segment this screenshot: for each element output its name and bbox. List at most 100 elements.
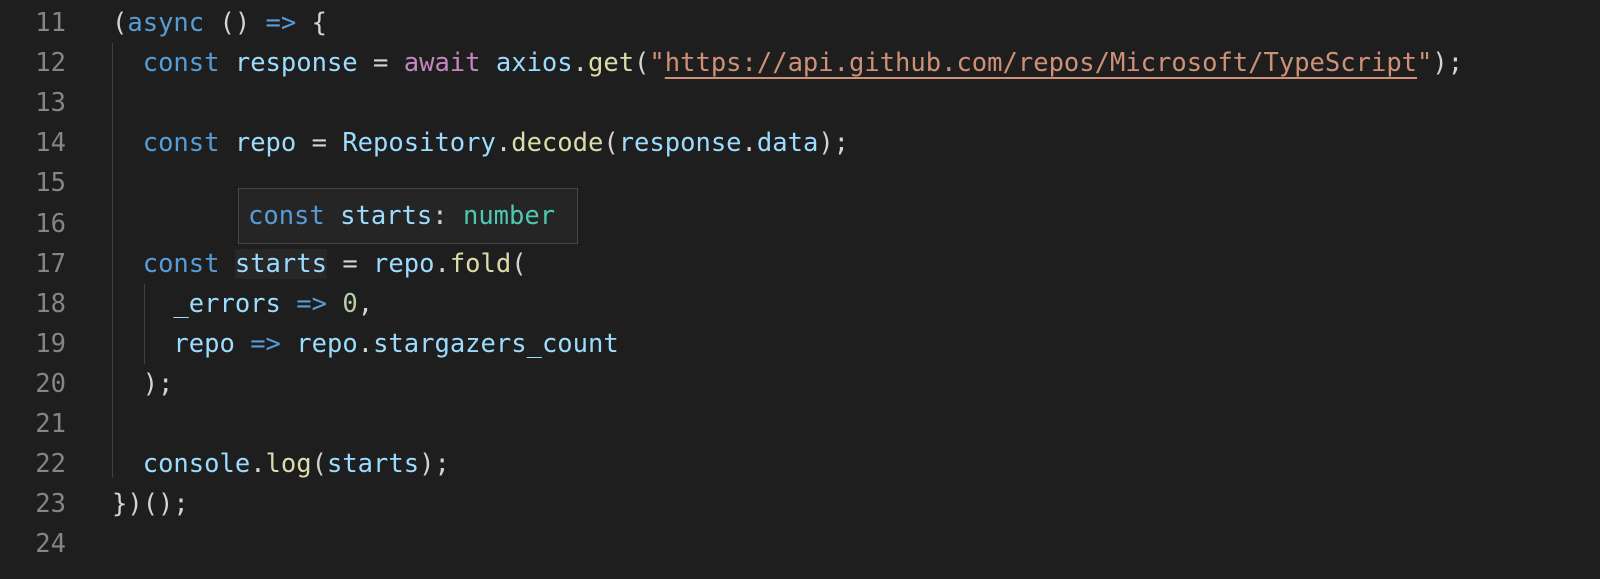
line-number: 19	[35, 328, 66, 359]
code-token: .	[741, 128, 757, 159]
code-token: =	[357, 48, 404, 79]
line-number: 15	[35, 168, 66, 199]
code-token: get	[587, 48, 635, 79]
code-line[interactable]: 19 repo => repo.stargazers_count	[0, 324, 1600, 364]
code-token: fold	[449, 248, 512, 279]
code-line[interactable]: 22 console.log(starts);	[0, 444, 1600, 484]
code-line[interactable]: 14 const repo = Repository.decode(respon…	[0, 123, 1600, 163]
hover-tooltip: const starts: number	[238, 188, 578, 244]
tooltip-token: number	[462, 201, 556, 231]
line-number: 20	[35, 368, 66, 399]
code-text[interactable]: _errors => 0,	[112, 284, 373, 324]
code-token: const	[142, 128, 220, 159]
code-token: );	[1432, 48, 1464, 79]
code-token: const	[142, 48, 220, 79]
code-token: repo	[173, 328, 235, 359]
code-line[interactable]: 17 const starts = repo.fold(	[0, 244, 1600, 284]
line-number: 18	[35, 288, 66, 319]
code-line[interactable]: 13	[0, 83, 1600, 123]
code-line[interactable]: 18 _errors => 0,	[0, 284, 1600, 324]
code-line[interactable]: 20 );	[0, 364, 1600, 404]
code-token: .	[495, 128, 512, 159]
code-token: log	[265, 449, 312, 480]
code-token: "	[649, 48, 665, 79]
code-token: =	[296, 128, 343, 159]
code-token: await	[403, 48, 481, 79]
code-text[interactable]: repo => repo.stargazers_count	[112, 324, 619, 364]
code-token: {	[296, 8, 327, 38]
code-token: .	[572, 48, 588, 79]
tooltip-token: const	[248, 201, 325, 231]
code-token: decode	[511, 128, 604, 159]
line-number: 14	[35, 128, 66, 159]
tooltip-token: starts	[340, 201, 433, 231]
code-token: .	[434, 248, 450, 279]
code-line[interactable]: 12 const response = await axios.get("htt…	[0, 43, 1600, 83]
url-link[interactable]: https://api.github.com/repos/Microsoft/T…	[665, 48, 1417, 78]
code-line[interactable]: 23 })();	[0, 484, 1600, 524]
code-editor[interactable]: 11 (async () => {12 const response = awai…	[0, 0, 1600, 579]
code-token: .	[250, 449, 266, 480]
code-text[interactable]: const repo = Repository.decode(response.…	[112, 123, 849, 163]
line-number: 22	[35, 449, 66, 480]
line-number: 16	[35, 208, 66, 239]
code-token: _errors	[173, 288, 281, 319]
code-token: repo	[373, 248, 435, 279]
code-token: =>	[265, 8, 297, 38]
code-token: console	[142, 449, 251, 480]
code-line[interactable]: 24	[0, 524, 1600, 564]
code-token: ()	[204, 8, 266, 38]
code-token: ,	[357, 288, 374, 319]
code-text[interactable]: const starts = repo.fold(	[112, 244, 527, 284]
code-token: repo	[234, 128, 297, 159]
code-line[interactable]: 11 (async () => {	[0, 3, 1600, 43]
code-text[interactable]: console.log(starts);	[112, 444, 450, 484]
line-number: 13	[35, 88, 66, 119]
line-number: 24	[35, 529, 66, 560]
code-text[interactable]: (async () => {	[112, 3, 327, 43]
code-token: =	[326, 248, 374, 279]
line-number: 23	[35, 489, 66, 520]
code-token: (	[112, 8, 128, 38]
code-text[interactable]: );	[112, 364, 174, 404]
code-token: =>	[296, 288, 327, 319]
code-token: response	[618, 128, 742, 159]
tooltip-token	[325, 201, 340, 231]
line-number: 21	[35, 409, 66, 439]
code-token: );	[818, 128, 850, 159]
code-token: stargazers_count	[373, 328, 619, 359]
code-token: (	[311, 449, 327, 480]
code-token: =>	[250, 328, 281, 359]
code-token: );	[112, 368, 174, 399]
line-number: 17	[35, 248, 66, 279]
code-token: axios	[495, 48, 573, 79]
code-token: data	[756, 128, 819, 159]
code-token: .	[357, 328, 374, 359]
hovered-identifier[interactable]: starts	[234, 248, 327, 279]
code-token: "	[1417, 48, 1433, 79]
code-token: (	[603, 128, 619, 159]
code-token: Repository	[342, 128, 496, 159]
code-token: );	[419, 449, 450, 480]
code-text[interactable]: const response = await axios.get("https:…	[112, 43, 1463, 83]
code-token: const	[142, 248, 220, 279]
code-token: repo	[296, 328, 358, 359]
code-line[interactable]: 21	[0, 404, 1600, 444]
code-token: (	[511, 248, 527, 279]
code-text[interactable]: })();	[112, 484, 189, 524]
code-token: async	[127, 8, 205, 38]
line-number: 11	[35, 8, 66, 38]
